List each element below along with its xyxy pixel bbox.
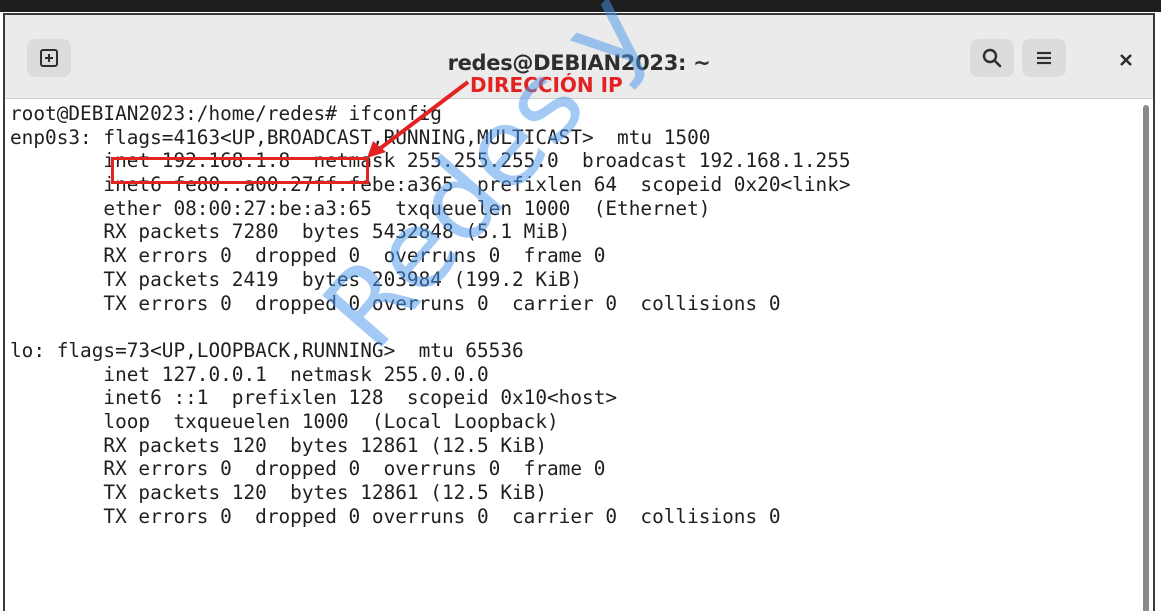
terminal-line: RX packets 7280 bytes 5432848 (5.1 MiB) — [10, 220, 571, 244]
ip-highlight-box — [111, 157, 369, 184]
close-button[interactable] — [1109, 43, 1143, 77]
desktop-top-bar — [0, 0, 1161, 12]
terminal-line: root@DEBIAN2023:/home/redes# ifconfig — [10, 102, 442, 125]
terminal-line: inet 127.0.0.1 netmask 255.0.0.0 — [10, 362, 489, 386]
terminal-line: ether 08:00:27:be:a3:65 txqueuelen 1000 … — [10, 196, 711, 220]
terminal-window: redes@DEBIAN2023: ~ root@DEBIAN2023:/hom… — [3, 13, 1155, 611]
ip-annotation-label: DIRECCIÓN IP — [470, 73, 623, 97]
terminal-line: RX errors 0 dropped 0 overruns 0 frame 0 — [10, 244, 606, 268]
terminal-line: enp0s3: flags=4163<UP,BROADCAST,RUNNING,… — [10, 125, 711, 149]
terminal-line: loop txqueuelen 1000 (Local Loopback) — [10, 409, 559, 433]
terminal-line: RX errors 0 dropped 0 overruns 0 frame 0 — [10, 457, 606, 481]
menu-button[interactable] — [1022, 39, 1066, 77]
search-icon — [981, 47, 1003, 69]
search-button[interactable] — [970, 39, 1014, 77]
terminal-line: inet6 ::1 prefixlen 128 scopeid 0x10<hos… — [10, 386, 618, 410]
terminal-line: RX packets 120 bytes 12861 (12.5 KiB) — [10, 433, 548, 457]
close-icon — [1119, 53, 1133, 67]
terminal-line: TX errors 0 dropped 0 overruns 0 carrier… — [10, 504, 781, 528]
hamburger-menu-icon — [1034, 49, 1054, 67]
screenshot-frame: redes@DEBIAN2023: ~ root@DEBIAN2023:/hom… — [0, 0, 1161, 611]
terminal-line: TX packets 120 bytes 12861 (12.5 KiB) — [10, 481, 548, 504]
terminal-line: TX packets 2419 bytes 203984 (199.2 KiB) — [10, 267, 583, 291]
terminal-line: lo: flags=73<UP,LOOPBACK,RUNNING> mtu 65… — [10, 338, 524, 362]
scrollbar[interactable] — [1143, 105, 1149, 611]
terminal-line: TX errors 0 dropped 0 overruns 0 carrier… — [10, 291, 781, 315]
